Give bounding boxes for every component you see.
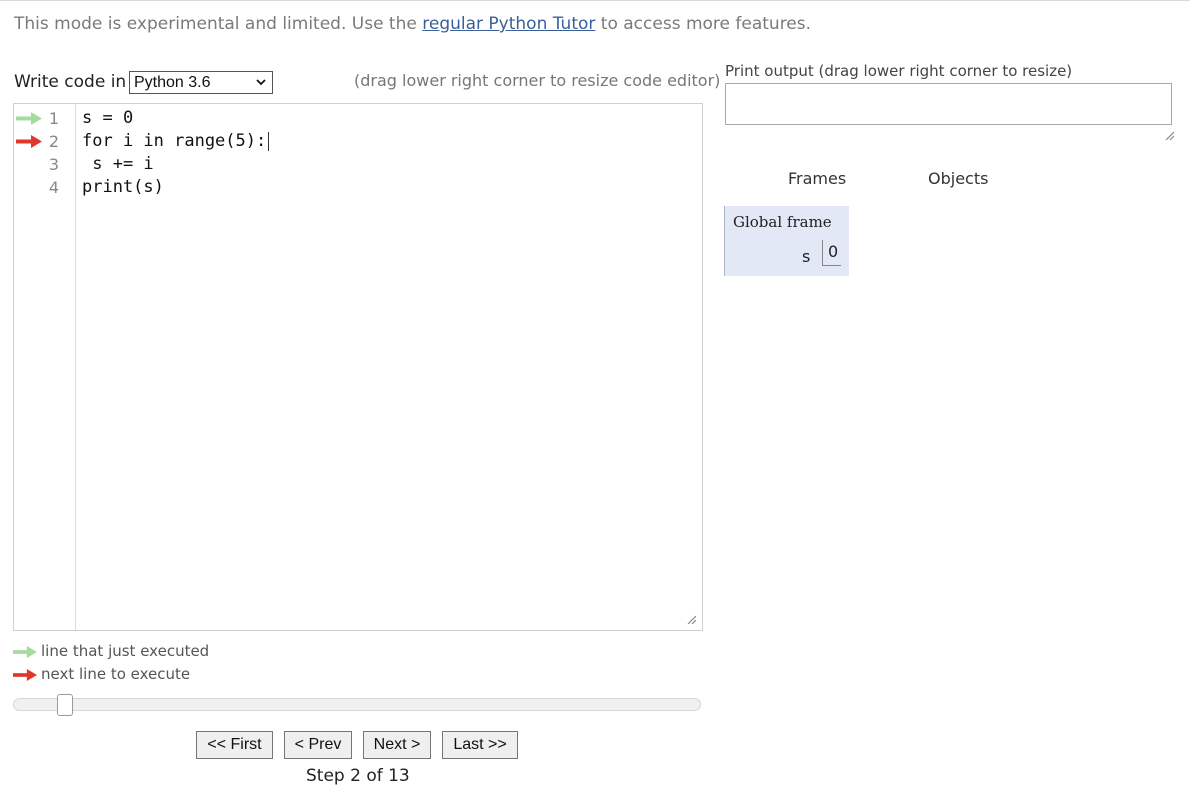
red-arrow-icon [13, 668, 37, 681]
text-cursor [268, 131, 270, 151]
regular-python-tutor-link[interactable]: regular Python Tutor [422, 14, 595, 34]
legend-just-executed: line that just executed [13, 642, 209, 660]
code-line-text: for i in range(5): [82, 131, 267, 151]
language-selected-value: Python 3.6 [134, 74, 211, 91]
frames-header: Frames [788, 169, 847, 188]
legend-just-executed-text: line that just executed [41, 642, 210, 660]
global-frame-title: Global frame [733, 213, 832, 231]
next-button[interactable]: Next > [363, 731, 431, 759]
code-line: print(s) [82, 177, 164, 197]
code-line: s = 0 [82, 108, 134, 128]
line-number: 1 [48, 109, 59, 128]
editor-resize-hint: (drag lower right corner to resize code … [354, 71, 721, 90]
chevron-down-icon [256, 79, 266, 86]
variable-value: 0 [822, 240, 841, 266]
print-output-label: Print output (drag lower right corner to… [725, 62, 1073, 80]
gutter-line-3: 3 [14, 153, 76, 176]
gutter-line-4: 4 [14, 176, 76, 199]
step-counter: Step 2 of 13 [306, 766, 410, 786]
step-slider-track[interactable] [13, 698, 701, 711]
global-frame: Global frame s 0 [724, 206, 849, 276]
variable-name: s [802, 247, 811, 266]
green-arrow-icon [16, 112, 42, 125]
legend-next-to-execute: next line to execute [13, 665, 190, 683]
code-editor[interactable]: 1 2 3 4 s = 0 for i in range(5): s += i … [13, 103, 703, 631]
banner-suffix: to access more features. [600, 14, 812, 34]
red-arrow-icon [16, 135, 42, 148]
prev-button[interactable]: < Prev [284, 731, 352, 759]
green-arrow-icon [13, 645, 37, 658]
code-line-current: for i in range(5): [82, 130, 270, 153]
code-line: s += i [82, 154, 154, 174]
print-output-box[interactable] [725, 83, 1172, 125]
gutter-line-1: 1 [14, 107, 76, 130]
objects-header: Objects [928, 169, 989, 188]
line-number: 4 [48, 178, 59, 197]
resize-grip-icon[interactable] [1164, 130, 1174, 140]
line-number: 2 [48, 132, 59, 151]
line-number: 3 [48, 155, 59, 174]
first-button[interactable]: << First [196, 731, 273, 759]
write-code-label: Write code in [14, 72, 127, 92]
gutter-line-2: 2 [14, 130, 76, 153]
code-content[interactable]: s = 0 for i in range(5): s += i print(s) [82, 107, 270, 199]
last-button[interactable]: Last >> [442, 731, 518, 759]
top-border [0, 0, 1190, 1]
language-select[interactable]: Python 3.6 [129, 71, 273, 94]
banner-prefix: This mode is experimental and limited. U… [14, 14, 417, 34]
line-number-gutter: 1 2 3 4 [14, 104, 76, 630]
resize-grip-icon[interactable] [686, 614, 696, 624]
step-slider-handle[interactable] [57, 694, 73, 716]
experimental-banner: This mode is experimental and limited. U… [14, 14, 811, 34]
legend-next-to-execute-text: next line to execute [41, 665, 191, 683]
